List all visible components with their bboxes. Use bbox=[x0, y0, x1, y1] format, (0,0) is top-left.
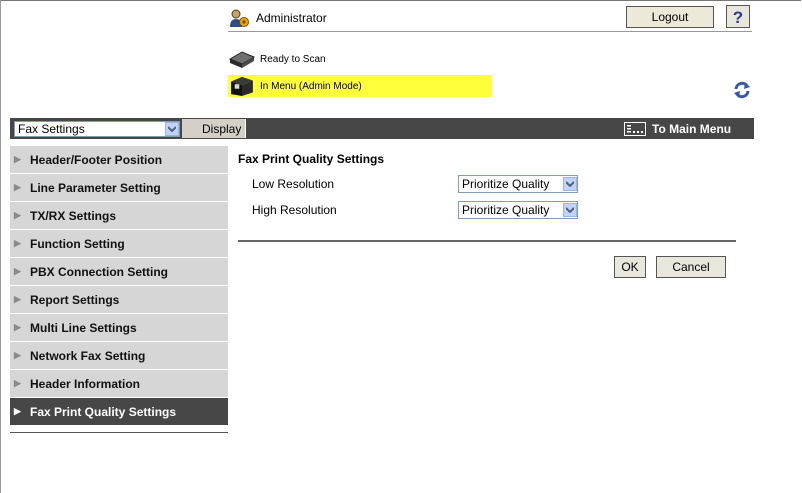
frame-left-border bbox=[0, 0, 1, 493]
main-menu-icon bbox=[624, 121, 646, 136]
chevron-down-icon[interactable] bbox=[563, 203, 577, 217]
caret-right-icon: ▶ bbox=[14, 350, 21, 360]
to-main-menu-label: To Main Menu bbox=[652, 121, 732, 136]
scan-status: Ready to Scan bbox=[228, 49, 326, 69]
svg-text:?: ? bbox=[733, 8, 743, 26]
caret-right-icon: ▶ bbox=[14, 406, 21, 416]
sidebar-item-label: Fax Print Quality Settings bbox=[30, 404, 177, 419]
chevron-down-icon[interactable] bbox=[563, 177, 577, 191]
refresh-icon[interactable] bbox=[732, 81, 752, 99]
display-button[interactable]: Display bbox=[182, 119, 247, 138]
user-info: Administrator bbox=[228, 7, 327, 29]
caret-right-icon: ▶ bbox=[14, 266, 21, 276]
caret-right-icon: ▶ bbox=[14, 154, 21, 164]
menu-status-text: In Menu (Admin Mode) bbox=[260, 80, 362, 92]
caret-right-icon: ▶ bbox=[14, 210, 21, 220]
high-resolution-label: High Resolution bbox=[252, 203, 337, 217]
ok-button[interactable]: OK bbox=[614, 256, 646, 278]
caret-right-icon: ▶ bbox=[14, 378, 21, 388]
sidebar-item-txrx-settings[interactable]: ▶ TX/RX Settings bbox=[10, 202, 228, 230]
low-resolution-select[interactable]: Prioritize Quality bbox=[458, 175, 578, 193]
sidebar-item-label: Header/Footer Position bbox=[30, 152, 163, 167]
user-role-label: Administrator bbox=[256, 11, 327, 25]
caret-right-icon: ▶ bbox=[14, 294, 21, 304]
chevron-down-icon[interactable] bbox=[165, 122, 179, 136]
page-title: Fax Print Quality Settings bbox=[238, 152, 385, 166]
sidebar-item-multi-line-settings[interactable]: ▶ Multi Line Settings bbox=[10, 314, 228, 342]
low-resolution-value: Prioritize Quality bbox=[462, 177, 550, 191]
sidebar-item-label: Line Parameter Setting bbox=[30, 180, 161, 195]
settings-sidebar: ▶ Header/Footer Position ▶ Line Paramete… bbox=[10, 146, 228, 426]
to-main-menu-link[interactable]: To Main Menu bbox=[624, 119, 731, 138]
sidebar-item-function-setting[interactable]: ▶ Function Setting bbox=[10, 230, 228, 258]
scanner-icon bbox=[228, 51, 256, 68]
help-icon: ? bbox=[733, 8, 743, 26]
sidebar-item-line-parameter-setting[interactable]: ▶ Line Parameter Setting bbox=[10, 174, 228, 202]
sidebar-item-pbx-connection-setting[interactable]: ▶ PBX Connection Setting bbox=[10, 258, 228, 286]
sidebar-item-label: PBX Connection Setting bbox=[30, 264, 168, 279]
cancel-button[interactable]: Cancel bbox=[656, 256, 726, 278]
settings-category-select[interactable]: Fax Settings bbox=[14, 121, 180, 137]
sidebar-item-report-settings[interactable]: ▶ Report Settings bbox=[10, 286, 228, 314]
sidebar-item-label: Network Fax Setting bbox=[30, 348, 146, 363]
sidebar-item-label: Report Settings bbox=[30, 292, 120, 307]
caret-right-icon: ▶ bbox=[14, 182, 21, 192]
menu-status: In Menu (Admin Mode) bbox=[228, 75, 492, 97]
high-resolution-value: Prioritize Quality bbox=[462, 203, 550, 217]
low-resolution-label: Low Resolution bbox=[252, 177, 335, 191]
frame-top-border bbox=[0, 0, 801, 1]
sidebar-item-header-footer-position[interactable]: ▶ Header/Footer Position bbox=[10, 146, 228, 174]
logout-button[interactable]: Logout bbox=[626, 6, 714, 28]
sidebar-item-label: TX/RX Settings bbox=[30, 208, 117, 223]
header-divider bbox=[228, 31, 752, 32]
scan-status-text: Ready to Scan bbox=[260, 53, 326, 65]
caret-right-icon: ▶ bbox=[14, 322, 21, 332]
caret-right-icon: ▶ bbox=[14, 238, 21, 248]
sidebar-divider bbox=[10, 432, 228, 433]
mfp-device-icon bbox=[231, 76, 253, 96]
settings-category-value: Fax Settings bbox=[18, 122, 85, 136]
sidebar-item-label: Function Setting bbox=[30, 236, 125, 251]
high-resolution-select[interactable]: Prioritize Quality bbox=[458, 201, 578, 219]
help-button[interactable]: ? bbox=[726, 5, 750, 28]
sidebar-item-fax-print-quality-settings[interactable]: ▶ Fax Print Quality Settings bbox=[10, 398, 228, 426]
sidebar-item-label: Multi Line Settings bbox=[30, 320, 137, 335]
sidebar-item-header-information[interactable]: ▶ Header Information bbox=[10, 370, 228, 398]
sidebar-item-label: Header Information bbox=[30, 376, 141, 391]
sidebar-item-network-fax-setting[interactable]: ▶ Network Fax Setting bbox=[10, 342, 228, 370]
admin-user-icon bbox=[230, 9, 249, 27]
content-divider bbox=[238, 240, 736, 242]
